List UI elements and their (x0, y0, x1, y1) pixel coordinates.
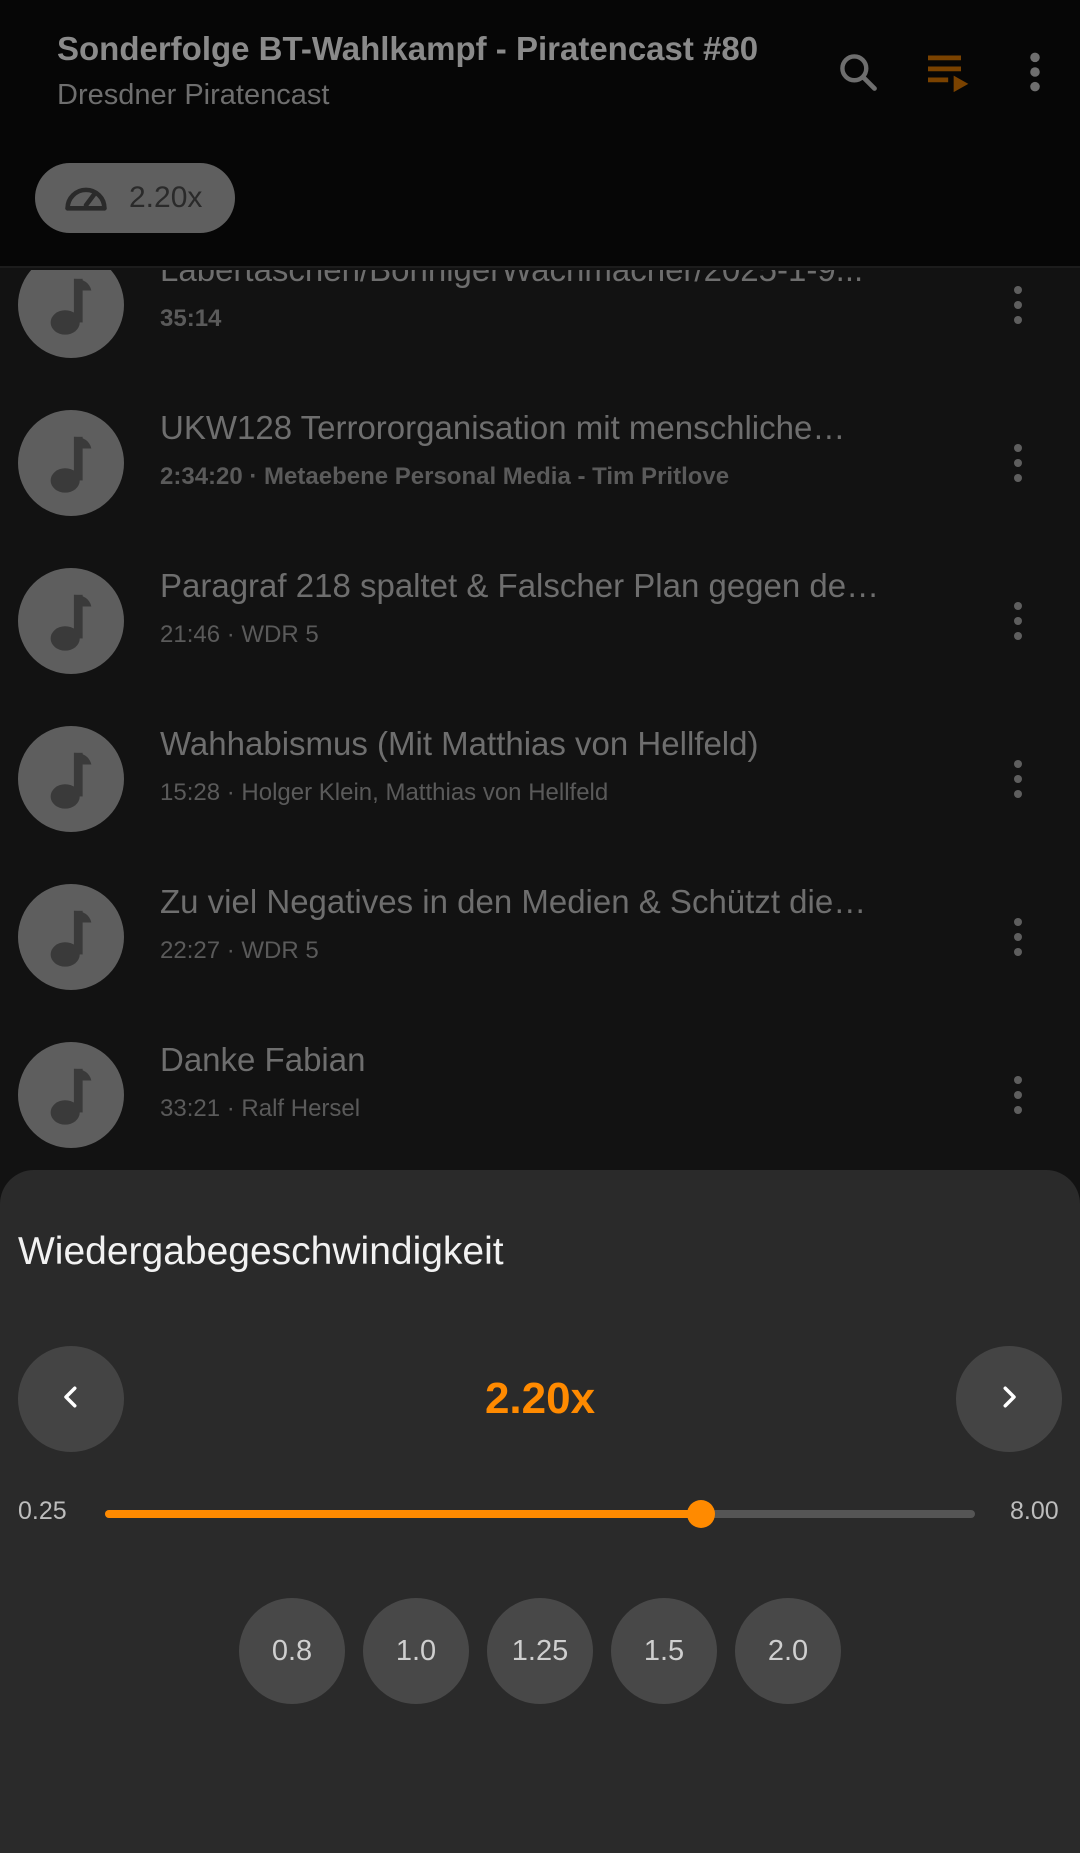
current-speed: 2.20x (484, 1374, 596, 1423)
speed-chip-label: 2.20x (129, 181, 203, 214)
queue-icon[interactable] (922, 44, 978, 100)
episode-meta: 35:14 (160, 305, 222, 332)
chevron-right-icon (994, 1382, 1024, 1417)
list-item[interactable]: Paragraf 218 spaltet & Falscher Plan geg… (0, 541, 1080, 699)
more-vert-icon[interactable] (1007, 44, 1063, 100)
list-item[interactable]: Wahhabismus (Mit Matthias von Hellfeld) … (0, 699, 1080, 857)
preset-speed-button[interactable]: 2.0 (735, 1598, 841, 1704)
playback-speed-sheet: Wiedergabegeschwindigkeit 2.20x 0.25 8.0… (0, 1170, 1080, 1853)
increase-speed-button[interactable] (956, 1346, 1062, 1452)
preset-speed-button[interactable]: 1.5 (611, 1598, 717, 1704)
music-note-icon (18, 1042, 124, 1148)
preset-speed-button[interactable]: 1.0 (363, 1598, 469, 1704)
episode-meta: 21:46 · WDR 5 (160, 621, 319, 648)
episode-meta: 22:27 · WDR 5 (160, 937, 319, 964)
more-vert-icon[interactable] (1000, 435, 1036, 491)
search-icon[interactable] (830, 44, 886, 100)
list-item[interactable]: Zu viel Negatives in den Medien & Schütz… (0, 857, 1080, 1015)
episode-title: UKW128 Terrororganisation mit menschlich… (160, 409, 846, 446)
music-note-icon (18, 270, 124, 358)
chevron-left-icon (56, 1382, 86, 1417)
list-item[interactable]: Danke Fabian 33:21 · Ralf Hersel (0, 1015, 1080, 1170)
episode-meta: 33:21 · Ralf Hersel (160, 1095, 361, 1122)
episode-title: Labertaschen/BohnigerWachmacher/2025-1-9… (160, 270, 920, 289)
list-item[interactable]: UKW128 Terrororganisation mit menschlich… (0, 383, 1080, 541)
speed-slider[interactable] (105, 1500, 975, 1528)
episode-title: Zu viel Negatives in den Medien & Schütz… (160, 883, 867, 920)
episode-title: Wahhabismus (Mit Matthias von Hellfeld) (160, 725, 759, 762)
episode-meta: 2:34:20 · Metaebene Personal Media - Tim… (160, 463, 730, 490)
top-app-bar: Sonderfolge BT-Wahlkampf - Piratencast #… (0, 0, 1080, 268)
speed-presets: 0.8 1.0 1.25 1.5 2.0 (0, 1598, 1080, 1704)
more-vert-icon[interactable] (1000, 909, 1036, 965)
more-vert-icon[interactable] (1000, 1067, 1036, 1123)
playback-speed-chip[interactable]: 2.20x (35, 163, 235, 233)
episode-list: Labertaschen/BohnigerWachmacher/2025-1-9… (0, 270, 1080, 1170)
music-note-icon (18, 726, 124, 832)
sheet-title: Wiedergabegeschwindigkeit (18, 1230, 504, 1273)
decrease-speed-button[interactable] (18, 1346, 124, 1452)
music-note-icon (18, 410, 124, 516)
episode-meta: 15:28 · Holger Klein, Matthias von Hellf… (160, 779, 609, 806)
music-note-icon (18, 568, 124, 674)
podcast-name: Dresdner Piratencast (57, 79, 330, 111)
preset-speed-button[interactable]: 1.25 (487, 1598, 593, 1704)
speed-slider-fill (105, 1510, 701, 1518)
speedometer-icon (63, 178, 109, 219)
speed-slider-thumb[interactable] (686, 1500, 715, 1528)
music-note-icon (18, 884, 124, 990)
list-item[interactable]: Labertaschen/BohnigerWachmacher/2025-1-9… (0, 270, 1080, 383)
speed-max-label: 8.00 (1010, 1497, 1059, 1525)
more-vert-icon[interactable] (1000, 593, 1036, 649)
speed-min-label: 0.25 (18, 1497, 67, 1525)
more-vert-icon[interactable] (1000, 277, 1036, 333)
episode-title: Paragraf 218 spaltet & Falscher Plan geg… (160, 567, 880, 604)
more-vert-icon[interactable] (1000, 751, 1036, 807)
episode-title: Danke Fabian (160, 1041, 366, 1078)
preset-speed-button[interactable]: 0.8 (239, 1598, 345, 1704)
episode-title: Sonderfolge BT-Wahlkampf - Piratencast #… (57, 30, 759, 67)
